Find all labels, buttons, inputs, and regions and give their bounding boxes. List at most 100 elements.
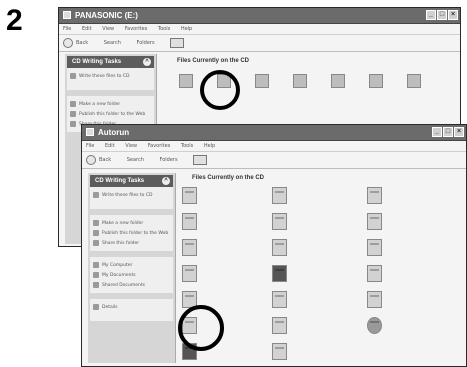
menu-edit[interactable]: Edit [82, 26, 92, 32]
maximize-button[interactable]: □ [437, 10, 447, 20]
task-link[interactable]: Publish this folder to the Web [70, 109, 151, 119]
file-item[interactable] [272, 239, 290, 256]
close-button[interactable]: × [454, 127, 464, 137]
menu-file[interactable]: File [63, 26, 71, 32]
task-link[interactable]: Share this folder [93, 238, 170, 248]
globe-icon [70, 111, 76, 117]
menu-view[interactable]: View [125, 143, 137, 149]
explorer-window-autorun[interactable]: Autorun _ □ × File Edit View Favorites T… [81, 124, 467, 367]
highlight-ring-back [200, 70, 240, 110]
details-link[interactable]: Details [93, 302, 170, 312]
chevron-up-icon[interactable]: ^ [143, 58, 151, 66]
cd-writing-tasks-header[interactable]: CD Writing Tasks ^ [90, 175, 173, 187]
globe-icon [367, 317, 382, 334]
step-number: 2 [6, 4, 23, 37]
file-icon [272, 213, 287, 230]
file-item[interactable] [182, 213, 200, 230]
folder-icon [63, 11, 71, 19]
task-link[interactable]: Publish this folder to the Web [93, 228, 170, 238]
menu-view[interactable]: View [102, 26, 114, 32]
menu-help[interactable]: Help [204, 143, 215, 149]
folder-icon [70, 101, 76, 107]
file-icon [407, 74, 421, 88]
folders-button[interactable]: Folders [137, 35, 155, 51]
globe-icon [93, 230, 99, 236]
menu-favorites[interactable]: Favorites [148, 143, 171, 149]
window-titlebar[interactable]: PANASONIC (E:) _ □ × [59, 8, 460, 24]
file-item[interactable] [272, 317, 290, 334]
folder-icon [86, 128, 94, 136]
file-item[interactable] [283, 74, 317, 90]
task-link[interactable]: Make a new folder [70, 99, 151, 109]
file-item[interactable] [367, 239, 385, 256]
back-button[interactable]: Back [63, 35, 88, 51]
file-item[interactable] [245, 74, 279, 90]
back-button[interactable]: Back [86, 152, 111, 168]
minimize-button[interactable]: _ [426, 10, 436, 20]
file-item[interactable] [272, 291, 290, 308]
share-icon [70, 121, 76, 127]
file-item[interactable] [182, 239, 200, 256]
menu-help[interactable]: Help [181, 26, 192, 32]
search-button[interactable]: Search [104, 35, 121, 51]
back-arrow-icon [86, 154, 96, 165]
file-icon [182, 239, 197, 256]
file-icon [182, 187, 197, 204]
content-title: Files Currently on the CD [177, 58, 250, 64]
file-item[interactable] [367, 317, 385, 334]
file-icon [179, 74, 193, 88]
file-icon [367, 187, 382, 204]
window-titlebar[interactable]: Autorun _ □ × [82, 125, 466, 141]
file-item[interactable] [367, 213, 385, 230]
place-link[interactable]: My Computer [93, 260, 170, 270]
menu-file[interactable]: File [86, 143, 94, 149]
folders-button[interactable]: Folders [160, 152, 178, 168]
highlight-ring-install [178, 305, 224, 351]
place-link[interactable]: My Documents [93, 270, 170, 280]
file-item[interactable] [272, 187, 290, 204]
task-link[interactable]: Make a new folder [93, 218, 170, 228]
file-icon [367, 265, 382, 282]
file-item[interactable] [367, 291, 385, 308]
file-item[interactable] [182, 265, 200, 282]
write-to-cd-link[interactable]: Write these files to CD [70, 71, 151, 81]
file-item[interactable] [367, 187, 385, 204]
window-title: PANASONIC (E:) [75, 11, 138, 20]
place-link[interactable]: Shared Documents [93, 280, 170, 290]
content-title: Files Currently on the CD [192, 175, 265, 181]
file-item[interactable] [272, 343, 290, 360]
minimize-button[interactable]: _ [432, 127, 442, 137]
cd-writing-tasks-header[interactable]: CD Writing Tasks ^ [67, 56, 154, 68]
pane-section: My Computer My Documents Shared Document… [90, 257, 173, 293]
computer-icon [93, 262, 99, 268]
documents-icon [93, 272, 99, 278]
write-to-cd-link[interactable]: Write these files to CD [93, 190, 170, 200]
chevron-up-icon[interactable]: ^ [162, 177, 170, 185]
file-item[interactable] [367, 265, 385, 282]
menu-edit[interactable]: Edit [105, 143, 115, 149]
search-button[interactable]: Search [127, 152, 144, 168]
file-item[interactable] [397, 74, 431, 90]
cd-icon [70, 73, 76, 79]
menu-favorites[interactable]: Favorites [125, 26, 148, 32]
menu-tools[interactable]: Tools [158, 26, 170, 32]
views-icon[interactable] [170, 37, 185, 48]
file-item[interactable] [272, 213, 290, 230]
file-icon [367, 291, 382, 308]
file-icon [272, 343, 287, 360]
file-item[interactable] [321, 74, 355, 90]
file-icon [331, 74, 345, 88]
file-item[interactable] [359, 74, 393, 90]
close-button[interactable]: × [448, 10, 458, 20]
file-item[interactable] [169, 74, 203, 90]
task-pane: CD Writing Tasks ^ Write these files to … [88, 173, 176, 363]
file-icon [369, 74, 383, 88]
maximize-button[interactable]: □ [443, 127, 453, 137]
menu-bar: File Edit View Favorites Tools Help [82, 141, 466, 152]
file-item[interactable] [272, 265, 290, 282]
file-item[interactable] [182, 187, 200, 204]
pane-section: Make a new folder Publish this folder to… [90, 215, 173, 251]
menu-bar: File Edit View Favorites Tools Help [59, 24, 460, 35]
views-icon[interactable] [193, 154, 208, 165]
menu-tools[interactable]: Tools [181, 143, 193, 149]
